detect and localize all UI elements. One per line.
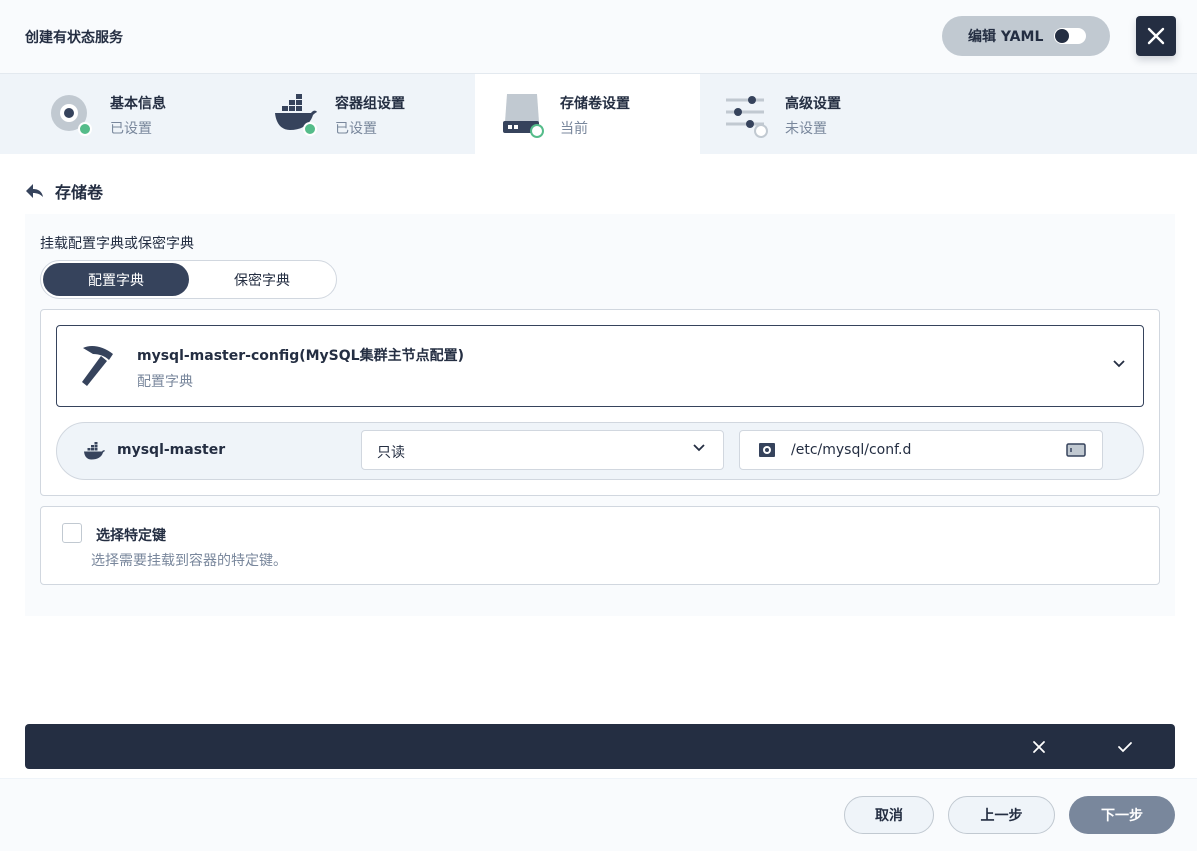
step-basic-info[interactable]: 基本信息 已设置	[0, 74, 225, 154]
step-status: 未设置	[785, 121, 827, 137]
close-button[interactable]	[1136, 16, 1176, 56]
specific-keys-title: 选择特定键	[96, 528, 166, 544]
specific-keys-checkbox[interactable]	[62, 523, 82, 543]
cancel-volume-icon[interactable]	[1032, 740, 1046, 754]
section-title: 存储卷	[55, 183, 104, 202]
configmap-type: 配置字典	[137, 374, 193, 390]
step-title: 容器组设置	[335, 96, 405, 112]
chevron-down-icon	[1113, 360, 1125, 368]
volume-panel: 挂载配置字典或保密字典 配置字典 保密字典 mysql-master-confi…	[25, 214, 1175, 616]
container-name: mysql-master	[117, 442, 226, 458]
next-step-button[interactable]: 下一步	[1069, 796, 1175, 834]
step-status: 已设置	[110, 121, 152, 137]
tab-secret[interactable]: 保密字典	[189, 263, 335, 296]
toggle-switch-icon	[1054, 28, 1086, 44]
wizard-steps: 基本信息 已设置 容器组设置 已设置 存储卷设置 当前 高级设置 未设置	[0, 74, 1197, 154]
specific-keys-description: 选择需要挂载到容器的特定键。	[91, 553, 287, 569]
status-current-dot	[530, 124, 544, 138]
terminal-icon	[1066, 443, 1086, 457]
modal-footer: 取消 上一步 下一步	[0, 778, 1197, 851]
configmap-select[interactable]: mysql-master-config(MySQL集群主节点配置) 配置字典	[56, 325, 1144, 407]
step-container-settings[interactable]: 容器组设置 已设置	[225, 74, 450, 154]
status-done-dot	[303, 122, 317, 136]
close-icon	[1147, 27, 1165, 45]
step-volume-settings[interactable]: 存储卷设置 当前	[475, 74, 700, 154]
mount-path-value: /etc/mysql/conf.d	[791, 442, 912, 458]
volume-action-bar	[25, 724, 1175, 769]
status-done-dot	[78, 122, 92, 136]
step-advanced-settings[interactable]: 高级设置 未设置	[700, 74, 925, 154]
modal-title: 创建有状态服务	[25, 30, 123, 46]
configmap-name: mysql-master-config(MySQL集群主节点配置)	[137, 348, 464, 364]
chevron-down-icon	[693, 444, 705, 452]
edit-yaml-label: 编辑 YAML	[968, 29, 1044, 45]
step-status: 当前	[560, 121, 588, 137]
previous-step-button[interactable]: 上一步	[948, 796, 1055, 834]
specific-keys-box: 选择特定键 选择需要挂载到容器的特定键。	[40, 506, 1160, 585]
hammer-icon	[82, 346, 113, 386]
container-mount-row: mysql-master 只读 /etc/mysql/conf.d	[56, 422, 1144, 480]
tab-configmap[interactable]: 配置字典	[43, 263, 189, 296]
edit-yaml-toggle-button[interactable]: 编辑 YAML	[942, 16, 1110, 56]
status-pending-dot	[754, 124, 768, 138]
step-title: 存储卷设置	[560, 96, 630, 112]
access-mode-value: 只读	[377, 445, 405, 461]
back-heading[interactable]: 存储卷	[25, 178, 103, 204]
docker-icon	[84, 442, 105, 460]
access-mode-select[interactable]: 只读	[361, 430, 724, 470]
step-title: 基本信息	[110, 96, 166, 112]
mount-path-input[interactable]: /etc/mysql/conf.d	[739, 430, 1103, 470]
back-arrow-icon	[26, 184, 43, 198]
step-title: 高级设置	[785, 96, 841, 112]
mount-label: 挂载配置字典或保密字典	[40, 236, 194, 252]
gear-icon	[759, 443, 775, 457]
confirm-volume-icon[interactable]	[1117, 740, 1133, 754]
source-type-switch: 配置字典 保密字典	[40, 260, 337, 299]
cancel-button[interactable]: 取消	[844, 796, 934, 834]
configmap-mount-box: mysql-master-config(MySQL集群主节点配置) 配置字典 m…	[40, 309, 1160, 496]
step-status: 已设置	[335, 121, 377, 137]
modal-header: 创建有状态服务 编辑 YAML	[0, 0, 1197, 74]
